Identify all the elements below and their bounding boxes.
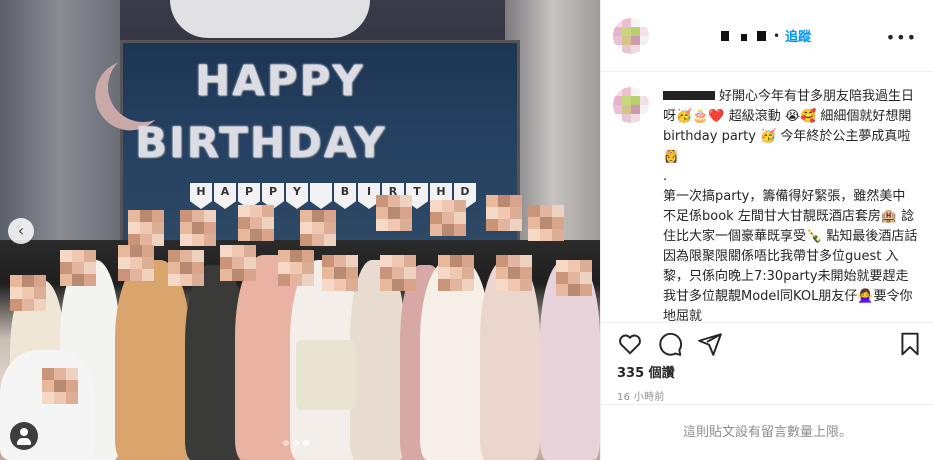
pixelated-face	[238, 205, 274, 241]
chandelier	[170, 0, 370, 38]
carousel-dot	[293, 440, 299, 446]
caption-body: 好開心今年有甘多朋友陪我過生日呀🥳🎂❤️ 超級滾動 😭🥰 細細個就好想開birt…	[663, 89, 918, 321]
like-count[interactable]: 335 個讚	[617, 362, 675, 381]
pixelated-face	[496, 255, 532, 291]
more-horizontal-icon[interactable]: •••	[886, 28, 917, 47]
pixelated-face	[10, 275, 46, 311]
comments-limited-notice: 這則貼文設有留言數量上限。	[601, 404, 933, 460]
separator-dot: •	[773, 28, 781, 43]
balloons-happy-text: HAPPY	[195, 56, 365, 105]
pixelated-face	[180, 210, 216, 246]
comment-icon[interactable]	[657, 331, 683, 357]
pixelated-face	[278, 250, 314, 286]
balloons-birthday: BIRTHDAY	[135, 118, 387, 167]
caption: 好開心今年有甘多朋友陪我過生日呀🥳🎂❤️ 超級滾動 😭🥰 細細個就好想開birt…	[601, 73, 933, 321]
pixelated-face	[128, 210, 164, 246]
balloons-happy: HAPPY	[195, 56, 365, 105]
pixelated-face	[556, 260, 592, 296]
pixelated-face	[300, 210, 336, 246]
pixelated-face	[438, 255, 474, 291]
bookmark-icon[interactable]	[897, 331, 923, 357]
caption-avatar[interactable]	[613, 87, 649, 123]
avatar-mosaic	[613, 17, 649, 54]
action-bar	[601, 322, 933, 362]
pixelated-face	[322, 255, 358, 291]
pixelated-face	[168, 250, 204, 286]
pixelated-face	[220, 245, 256, 281]
pixelated-face	[42, 368, 78, 404]
redacted-username	[663, 91, 715, 100]
carousel-indicator	[283, 440, 309, 446]
share-icon[interactable]	[697, 331, 723, 357]
balloons-birthday-text: BIRTHDAY	[135, 118, 387, 167]
heart-icon[interactable]	[617, 331, 643, 357]
tagged-users-icon[interactable]	[10, 422, 38, 450]
redacted-username	[757, 30, 766, 41]
post-header: • 追蹤 •••	[601, 0, 933, 72]
caption-text: 好開心今年有甘多朋友陪我過生日呀🥳🎂❤️ 超級滾動 😭🥰 細細個就好想開birt…	[663, 87, 918, 321]
avatar[interactable]	[613, 17, 649, 54]
pixelated-face	[60, 250, 96, 286]
birthday-cake	[296, 340, 356, 410]
post-timestamp[interactable]: 16 小時前	[617, 388, 665, 403]
redacted-username	[721, 30, 729, 41]
carousel-dot	[283, 440, 289, 446]
carousel-dot-active	[303, 440, 309, 446]
carousel-prev-button[interactable]: ‹	[8, 218, 34, 244]
follow-button[interactable]: 追蹤	[785, 26, 811, 45]
avatar-mosaic	[613, 87, 649, 123]
redacted-username	[741, 34, 747, 41]
pixelated-face	[486, 195, 522, 231]
post-photo[interactable]: HAPPY BIRTHDAY HAPPY BIRTHD ‹	[0, 0, 600, 460]
pixelated-face	[430, 200, 466, 236]
username[interactable]	[663, 30, 768, 41]
pixelated-face	[528, 205, 564, 241]
post-sidebar: • 追蹤 ••• 好開心今年有甘多朋友陪我過生日呀🥳🎂❤️ 超級滾動 😭🥰 細細…	[600, 0, 933, 460]
person	[115, 260, 190, 460]
pixelated-face	[118, 245, 154, 281]
pixelated-face	[376, 195, 412, 231]
pixelated-face	[380, 255, 416, 291]
